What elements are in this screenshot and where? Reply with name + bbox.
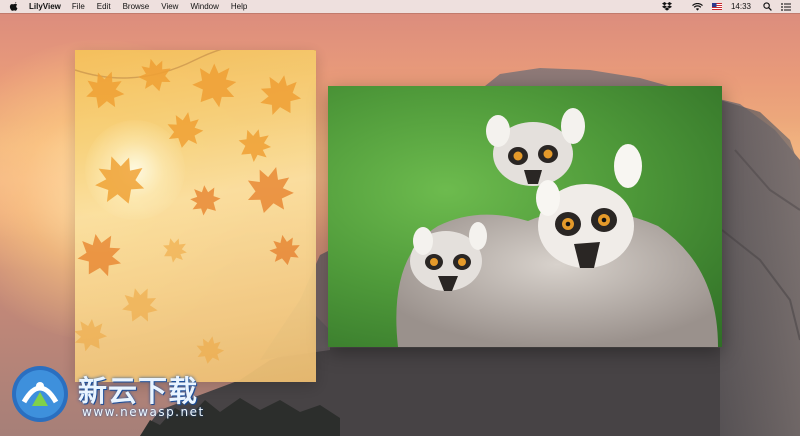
watermark-url: www.newasp.net bbox=[82, 405, 205, 419]
menu-edit[interactable]: Edit bbox=[97, 2, 111, 11]
menu-browse[interactable]: Browse bbox=[123, 2, 150, 11]
watermark-logo-icon bbox=[12, 366, 68, 422]
menu-window[interactable]: Window bbox=[190, 2, 218, 11]
menu-bar: LilyView File Edit Browse View Window He… bbox=[0, 0, 800, 13]
wifi-icon[interactable] bbox=[692, 2, 703, 11]
lemurs-artwork bbox=[396, 108, 718, 347]
watermark-brand: 新云下载 bbox=[78, 374, 199, 408]
lemurs-image[interactable] bbox=[328, 86, 722, 347]
dropbox-icon[interactable] bbox=[661, 2, 672, 11]
menubar-clock[interactable]: 14:33 bbox=[731, 2, 751, 11]
lemur-top-head bbox=[486, 108, 585, 186]
list-icon[interactable] bbox=[781, 2, 791, 11]
flag-icon[interactable] bbox=[711, 3, 722, 10]
search-icon[interactable] bbox=[763, 2, 772, 11]
menu-help[interactable]: Help bbox=[231, 2, 247, 11]
autumn-leaves-artwork bbox=[75, 50, 316, 367]
autumn-leaves-image[interactable] bbox=[75, 50, 316, 382]
app-menu-lilyview[interactable]: LilyView bbox=[29, 2, 61, 11]
apple-menu-icon[interactable] bbox=[9, 1, 19, 12]
watermark: 新云下载 www.newasp.net bbox=[10, 360, 230, 426]
menu-file[interactable]: File bbox=[72, 2, 85, 11]
menu-view[interactable]: View bbox=[161, 2, 178, 11]
